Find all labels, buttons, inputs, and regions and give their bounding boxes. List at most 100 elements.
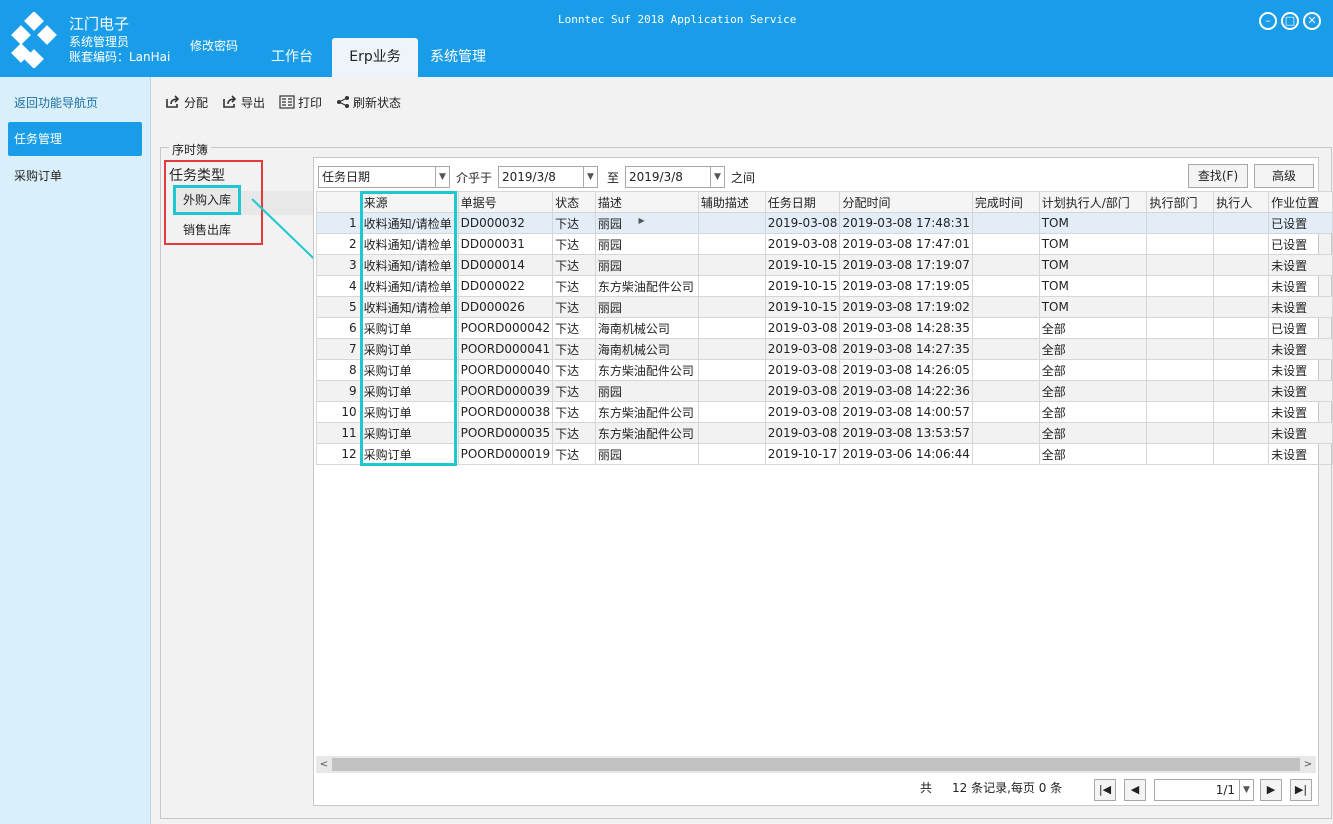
next-page-icon[interactable]: ▶ (1260, 779, 1282, 801)
tab-system[interactable]: 系统管理 (418, 38, 498, 77)
table-cell (1213, 317, 1270, 339)
column-header[interactable]: 作业位置 (1268, 191, 1333, 213)
table-row[interactable]: 3 收料通知/请检单 DD000014 下达 丽园 2019-10-15 2019-03-0… (316, 254, 1333, 276)
table-cell: 收料通知/请检单 (360, 254, 459, 276)
filter-field-select[interactable]: 任务日期 ▼ (318, 166, 450, 188)
table-cell: 全部 (1038, 380, 1148, 402)
column-header[interactable]: 完成时间 (971, 191, 1040, 213)
date-from-picker[interactable]: 2019/3/8 ▼ (498, 166, 598, 188)
table-cell (697, 254, 766, 276)
table-cell: 2019-03-08 17:19:05 (839, 275, 973, 297)
column-header[interactable]: 任务日期 (764, 191, 841, 213)
table-cell: 全部 (1038, 359, 1148, 381)
column-header[interactable]: 状态 (552, 191, 596, 213)
task-type-sales-out[interactable]: 销售出库 (183, 221, 231, 238)
table-cell (971, 254, 1040, 276)
table-cell: 收料通知/请检单 (360, 296, 459, 318)
column-header[interactable]: 单据号 (457, 191, 554, 213)
horizontal-scrollbar[interactable]: < > (316, 756, 1316, 773)
column-header[interactable]: 分配时间 (839, 191, 973, 213)
refresh-status-label: 刷新状态 (353, 95, 402, 110)
table-cell: 2019-10-15 (764, 254, 841, 276)
table-cell (1146, 443, 1215, 465)
table-cell: 2019-03-08 17:19:02 (839, 296, 973, 318)
table-row[interactable]: ▶ 1 收料通知/请检单 DD000032 下达 丽园 2019-03-08 2019-03-… (316, 212, 1333, 234)
table-row[interactable]: 6 采购订单 POORD000042 下达 海南机械公司 2019-03-08 2019-0… (316, 317, 1333, 339)
table-cell: 未设置 (1268, 254, 1333, 276)
table-cell: 未设置 (1268, 380, 1333, 402)
first-page-icon[interactable]: |◀ (1094, 779, 1116, 801)
table-row[interactable]: 9 采购订单 POORD000039 下达 丽园 2019-03-08 2019-03-08… (316, 380, 1333, 402)
table-cell: 收料通知/请检单 (360, 233, 459, 255)
pager-summary: 12 条记录,每页 0 条 (952, 781, 1063, 795)
table-cell: 下达 (552, 380, 596, 402)
print-button[interactable]: 打印 (279, 94, 322, 111)
current-user: 系统管理员 (69, 35, 130, 49)
table-cell: 采购订单 (360, 422, 459, 444)
search-button[interactable]: 查找(F) (1188, 164, 1248, 188)
row-number-cell: 8 (316, 359, 362, 381)
table-cell: 全部 (1038, 338, 1148, 360)
close-icon[interactable]: ✕ (1303, 12, 1321, 30)
table-cell: 2019-03-08 (764, 401, 841, 423)
table-cell: 下达 (552, 233, 596, 255)
table-cell: 2019-03-08 (764, 422, 841, 444)
task-type-purchase-in[interactable]: 外购入库 (173, 185, 241, 215)
table-cell (1213, 296, 1270, 318)
brand-block: 江门电子 系统管理员 账套编码：LanHai (69, 14, 170, 65)
sidebar-item-back[interactable]: 返回功能导航页 (8, 86, 142, 120)
sidebar-item-task-management[interactable]: 任务管理 (8, 122, 142, 156)
assign-button[interactable]: 分配 (165, 94, 208, 111)
tab-erp[interactable]: Erp业务 (332, 38, 418, 77)
column-header[interactable]: 执行部门 (1146, 191, 1215, 213)
column-header[interactable]: 执行人 (1213, 191, 1270, 213)
table-row[interactable]: 8 采购订单 POORD000040 下达 东方柴油配件公司 2019-03-08 2019… (316, 359, 1333, 381)
window-controls: – □ ✕ (1259, 12, 1321, 30)
table-row[interactable]: 7 采购订单 POORD000041 下达 海南机械公司 2019-03-08 2019-0… (316, 338, 1333, 360)
table-row[interactable]: 10 采购订单 POORD000038 下达 东方柴油配件公司 2019-03-08 201… (316, 401, 1333, 423)
date-to-picker[interactable]: 2019/3/8 ▼ (625, 166, 725, 188)
grid-header-row: 来源 单据号 状态 描述 辅助描述 任务日期 分配时间 完成时间 计划执行人/部… (316, 191, 1333, 213)
table-row[interactable]: 4 收料通知/请检单 DD000022 下达 东方柴油配件公司 2019-10-15 201… (316, 275, 1333, 297)
sidebar-item-purchase-order[interactable]: 采购订单 (8, 159, 142, 193)
tab-workbench[interactable]: 工作台 (252, 38, 332, 77)
table-cell: TOM (1038, 212, 1148, 234)
table-cell: 收料通知/请检单 (360, 212, 459, 234)
prev-page-icon[interactable]: ◀ (1124, 779, 1146, 801)
table-row[interactable]: 12 采购订单 POORD000019 下达 丽园 2019-10-17 2019-03-0… (316, 443, 1333, 465)
column-header[interactable]: 计划执行人/部门 (1038, 191, 1148, 213)
table-row[interactable]: 11 采购订单 POORD000035 下达 东方柴油配件公司 2019-03-08 201… (316, 422, 1333, 444)
table-row[interactable]: 2 收料通知/请检单 DD000031 下达 丽园 2019-03-08 2019-03-0… (316, 233, 1333, 255)
table-cell: 下达 (552, 317, 596, 339)
table-cell: POORD000019 (457, 443, 554, 465)
table-cell: 已设置 (1268, 233, 1333, 255)
column-header[interactable]: 来源 (360, 191, 459, 213)
table-cell: 2019-03-08 (764, 233, 841, 255)
table-cell (1146, 233, 1215, 255)
to-label: 至 (607, 171, 620, 185)
column-header[interactable]: 描述 (594, 191, 699, 213)
advanced-button[interactable]: 高级 (1254, 164, 1314, 188)
table-cell (1213, 380, 1270, 402)
maximize-icon[interactable]: □ (1281, 12, 1299, 30)
page-selector[interactable]: 1/1 ▼ (1154, 779, 1254, 801)
table-cell: 采购订单 (360, 359, 459, 381)
scroll-thumb[interactable] (332, 758, 1300, 771)
last-page-icon[interactable]: ▶| (1290, 779, 1312, 801)
column-header[interactable]: 辅助描述 (697, 191, 766, 213)
scroll-right-icon[interactable]: > (1300, 756, 1316, 773)
change-password-link[interactable]: 修改密码 (190, 37, 238, 54)
table-cell: 采购订单 (360, 317, 459, 339)
refresh-status-button[interactable]: 刷新状态 (336, 94, 401, 111)
table-cell: 全部 (1038, 401, 1148, 423)
minimize-icon[interactable]: – (1259, 12, 1277, 30)
table-cell: 未设置 (1268, 338, 1333, 360)
table-row[interactable]: 5 收料通知/请检单 DD000026 下达 丽园 2019-10-15 2019-03-0… (316, 296, 1333, 318)
table-cell (971, 317, 1040, 339)
scroll-left-icon[interactable]: < (316, 756, 332, 773)
table-cell (971, 401, 1040, 423)
table-cell: 2019-03-08 14:00:57 (839, 401, 973, 423)
export-button[interactable]: 导出 (222, 94, 265, 111)
table-cell (971, 212, 1040, 234)
share-icon (337, 96, 350, 108)
